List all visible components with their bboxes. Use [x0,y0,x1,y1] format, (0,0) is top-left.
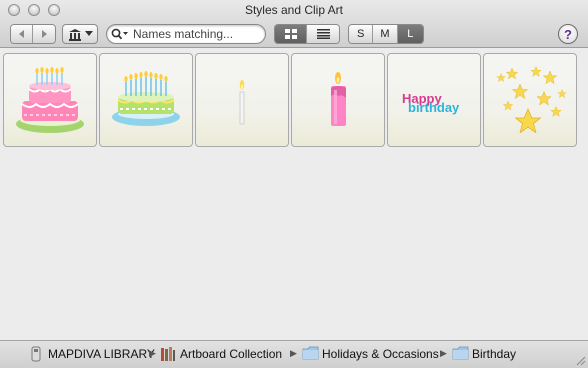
happy-birthday-text: Happy birthday [402,91,460,115]
size-large-button[interactable]: L [397,25,423,43]
birthday-text: birthday [408,100,460,115]
forward-button[interactable] [33,25,55,43]
breadcrumb-separator-icon: ▶ [149,348,156,358]
search-input[interactable] [131,26,259,42]
search-field[interactable] [106,24,266,44]
window-title: Styles and Clip Art [244,3,344,17]
grid-view-button[interactable] [275,25,308,43]
library-menu-button[interactable] [62,24,98,44]
usb-drive-icon [31,346,41,362]
pink-cake-icon [16,67,84,133]
clip-art-tile-pink-candle[interactable] [291,53,385,147]
thumbnail-size-control: S M L [348,24,424,44]
clip-art-tile-happy-birthday[interactable]: Happy birthday [387,53,481,147]
back-button[interactable] [11,25,34,43]
green-cake-icon [112,71,180,126]
pink-candle-icon [331,72,346,126]
breadcrumb-item-holidays-occasions[interactable]: Holidays & Occasions [322,347,439,361]
back-arrow-icon [18,30,24,38]
folder-icon [302,346,319,360]
grid-view-icon [284,29,297,39]
navigation-buttons [10,24,56,44]
styles-and-clip-art-window: Styles and Clip Art Names matching... S … [0,0,588,368]
library-building-icon [68,28,81,41]
clip-art-tile-stars[interactable] [483,53,577,147]
title-bar: Styles and Clip Art Names matching... S … [0,0,588,48]
resize-grip-icon[interactable] [575,355,586,366]
forward-arrow-icon [42,30,47,38]
breadcrumb-item-birthday[interactable]: Birthday [472,347,516,361]
clip-art-grid: Happy birthday [0,48,588,340]
search-icon [111,28,128,40]
size-medium-button[interactable]: M [373,25,398,43]
dropdown-arrow-icon [84,31,93,36]
breadcrumb-separator-icon: ▶ [290,348,297,358]
help-button[interactable]: ? [558,24,578,44]
view-mode-control [274,24,340,44]
clip-art-tile-green-cake[interactable] [99,53,193,147]
breadcrumb-item-artboard-collection[interactable]: Artboard Collection [180,347,282,361]
list-view-icon [316,29,330,39]
breadcrumb-item-library[interactable]: MAPDIVA LIBRARY [48,347,155,361]
folder-icon [452,346,469,360]
size-small-button[interactable]: S [349,25,374,43]
list-view-button[interactable] [307,25,339,43]
clip-art-tile-pink-cake[interactable] [3,53,97,147]
clip-art-tile-white-candle[interactable] [195,53,289,147]
breadcrumb-separator-icon: ▶ [440,348,447,358]
books-icon [161,347,175,361]
stars-icon [496,66,567,134]
breadcrumb: MAPDIVA LIBRARY ▶ Artboard Collection ▶ … [0,340,588,368]
white-candle-icon [239,80,245,125]
